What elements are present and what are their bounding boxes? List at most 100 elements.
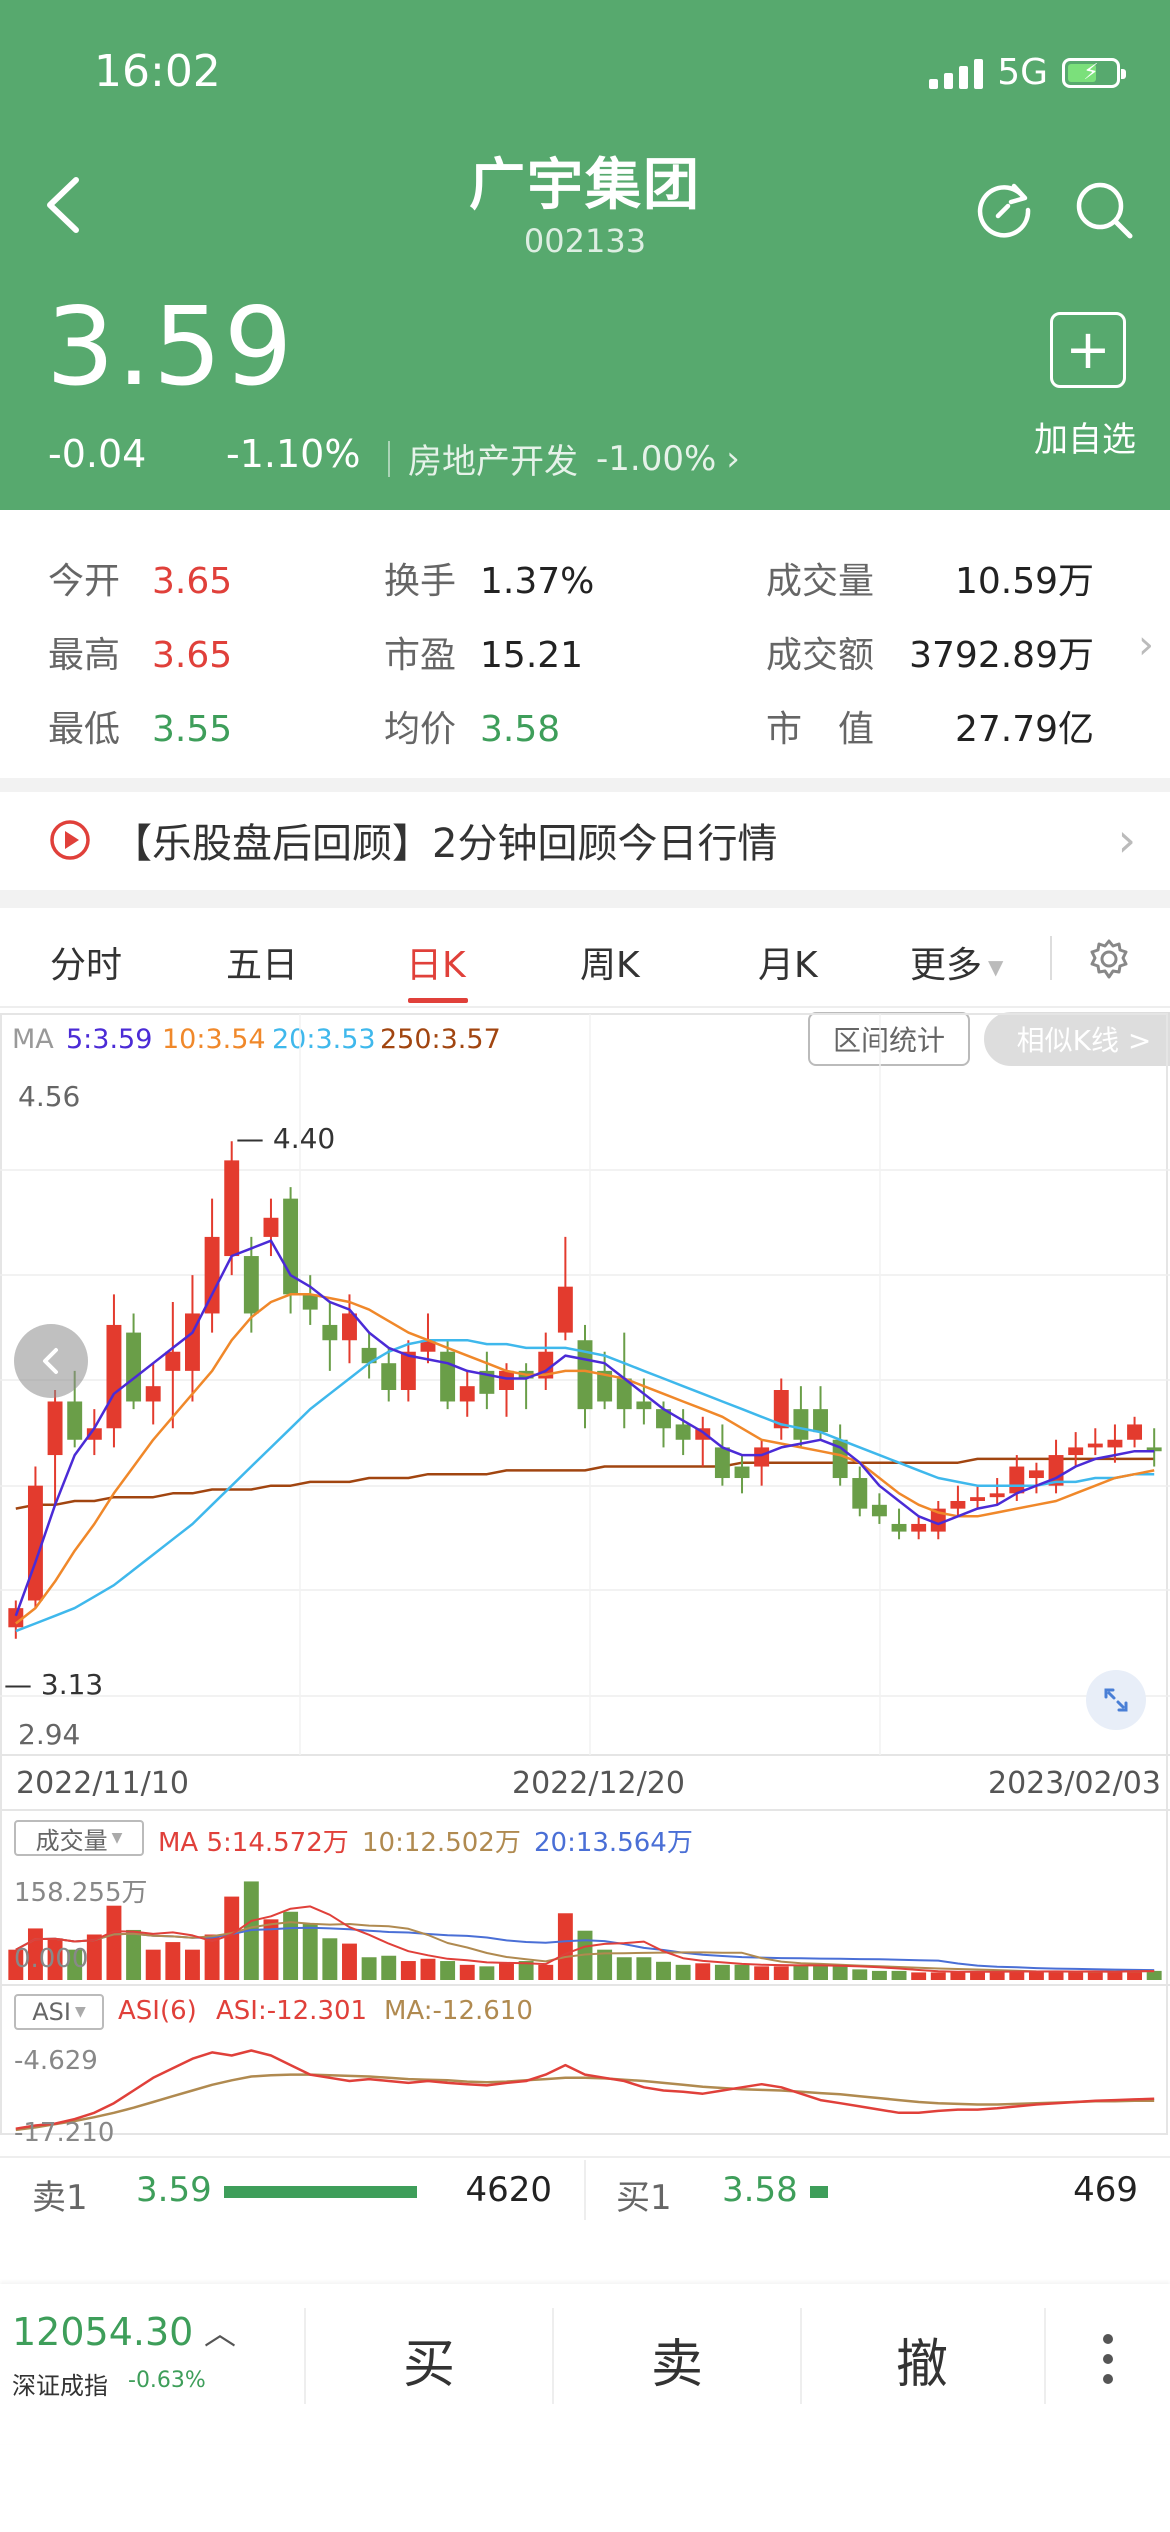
chevron-up-icon[interactable]: ︿ xyxy=(204,2308,236,2354)
order-divider xyxy=(0,2156,1170,2158)
asi-value-legend: ASI:-12.301 xyxy=(216,1996,368,2026)
sector-link[interactable]: 房地产开发 -1.00% › xyxy=(388,434,740,483)
chart-scroll-left-button[interactable] xyxy=(14,1324,88,1398)
asi-series xyxy=(15,2049,1155,2130)
sector-name: 房地产开发 xyxy=(408,442,578,482)
tab-more[interactable]: 更多 ▼ xyxy=(910,936,1003,988)
asi-axis-top: -4.629 xyxy=(14,2046,98,2076)
stat-value-low: 3.55 xyxy=(152,709,233,750)
asi-ma-legend: MA:-12.610 xyxy=(384,1996,533,2026)
volume-bar xyxy=(322,1938,338,1980)
tab-daily-k[interactable]: 日K xyxy=(406,936,466,988)
candle-body xyxy=(1068,1447,1084,1456)
sector-pct: -1.00% xyxy=(596,438,717,479)
volume-bar xyxy=(1068,1971,1084,1980)
buy-button[interactable]: 买 xyxy=(306,2284,552,2434)
ma-lines xyxy=(14,1239,1155,1633)
sell1-volume-bar xyxy=(224,2186,417,2198)
chart-settings-button[interactable] xyxy=(1088,938,1130,984)
volume-bar xyxy=(1107,1972,1123,1980)
search-icon xyxy=(1076,182,1133,239)
candle-body xyxy=(911,1523,927,1532)
candle-body xyxy=(636,1401,652,1410)
vol-ma10-legend: 10:12.502万 xyxy=(362,1828,521,1858)
volume-bar xyxy=(459,1964,475,1980)
volume-bar xyxy=(184,1949,200,1980)
candle-body xyxy=(459,1386,475,1402)
candles xyxy=(8,1141,1162,1639)
sector-separator xyxy=(388,440,390,477)
ma250-line xyxy=(15,1457,1155,1510)
stat-label-pe: 市盈 xyxy=(384,635,457,676)
price-axis-bottom: 2.94 xyxy=(18,1718,81,1751)
stat-value-amount: 3792.89万 xyxy=(909,635,1094,676)
stat-label-high: 最高 xyxy=(48,635,121,676)
cancel-order-button[interactable]: 撤 xyxy=(802,2284,1042,2434)
stat-value-avg: 3.58 xyxy=(480,709,561,750)
candle-body xyxy=(813,1409,828,1433)
volume-bar xyxy=(224,1896,240,1980)
quote-stats[interactable]: 今开 3.65 最高 3.65 最低 3.55 换手 1.37% 市盈 15.21 均价 3… xyxy=(0,510,1170,780)
volume-bar xyxy=(950,1971,966,1980)
vol-ma5-legend: MA 5:14.572万 xyxy=(158,1828,349,1858)
k-line-chart[interactable] xyxy=(0,1010,1170,2160)
stat-value-turnover: 1.37% xyxy=(480,561,595,602)
refresh-button[interactable] xyxy=(972,178,1036,242)
tab-monthly-k[interactable]: 月K xyxy=(758,936,818,988)
vol-axis-max: 158.255万 xyxy=(14,1878,148,1908)
tab-weekly-k[interactable]: 周K xyxy=(580,936,640,988)
more-menu-button[interactable] xyxy=(1046,2284,1170,2434)
asi-indicator-label: ASI xyxy=(32,1998,71,2026)
fullscreen-button[interactable] xyxy=(1086,1670,1146,1730)
sell1-price: 3.59 xyxy=(136,2170,212,2210)
stat-value-mktcap: 27.79亿 xyxy=(954,709,1094,750)
search-button[interactable] xyxy=(1072,178,1136,242)
volume-bar xyxy=(1146,1970,1162,1980)
tab-five-day[interactable]: 五日 xyxy=(226,936,298,988)
add-watchlist-button[interactable]: + xyxy=(1050,312,1126,388)
candle-body xyxy=(675,1424,691,1440)
candle-body xyxy=(381,1363,397,1390)
candle-body xyxy=(224,1160,240,1257)
news-text: 【乐股盘后回顾】2分钟回顾今日行情 xyxy=(112,821,778,867)
price-axis-top: 4.56 xyxy=(18,1080,81,1113)
news-banner[interactable]: 【乐股盘后回顾】2分钟回顾今日行情 › xyxy=(0,790,1170,890)
index-pct: -0.63% xyxy=(128,2368,206,2393)
index-value[interactable]: 12054.30 xyxy=(12,2310,193,2354)
candle-body xyxy=(734,1466,750,1479)
stat-label-open: 今开 xyxy=(48,561,121,602)
volume-bar xyxy=(1028,1972,1044,1980)
stat-label-low: 最低 xyxy=(48,709,121,750)
volume-bar xyxy=(440,1961,456,1980)
volume-bar xyxy=(773,1966,789,1980)
volume-bar xyxy=(400,1961,416,1980)
stat-value-pe: 15.21 xyxy=(480,635,584,676)
vol-ma20-legend: 20:13.564万 xyxy=(534,1828,693,1858)
candle-body xyxy=(106,1324,122,1429)
tab-intraday[interactable]: 分时 xyxy=(50,936,122,988)
index-name: 深证成指 xyxy=(12,2372,108,2400)
candle-body xyxy=(793,1409,809,1440)
battery-icon: ⚡ xyxy=(1062,57,1126,88)
signal-icon xyxy=(929,57,984,89)
volume-bar xyxy=(714,1964,730,1980)
buy1-qty: 469 xyxy=(1073,2170,1138,2210)
sell-button[interactable]: 卖 xyxy=(554,2284,800,2434)
asi-lines xyxy=(15,2049,1155,2132)
volume-bar xyxy=(695,1963,711,1980)
volume-bar xyxy=(479,1966,495,1980)
stat-label-volume: 成交量 xyxy=(766,561,875,602)
volume-bar xyxy=(871,1970,887,1980)
volume-bar xyxy=(165,1942,181,1980)
volume-bar xyxy=(989,1971,1005,1980)
stat-label-turnover: 换手 xyxy=(384,561,457,602)
candle-body xyxy=(243,1256,259,1314)
low-mark-value: 3.13 xyxy=(40,1668,104,1701)
caret-down-icon: ▼ xyxy=(111,1830,123,1846)
volume-bar xyxy=(145,1949,161,1980)
low-mark: — 3.13 xyxy=(4,1668,104,1701)
add-watchlist-label[interactable]: 加自选 xyxy=(1034,412,1136,461)
volume-indicator-select[interactable]: 成交量 ▼ xyxy=(14,1820,144,1856)
current-price: 3.59 xyxy=(46,285,295,410)
asi-indicator-select[interactable]: ASI ▼ xyxy=(14,1994,104,2030)
